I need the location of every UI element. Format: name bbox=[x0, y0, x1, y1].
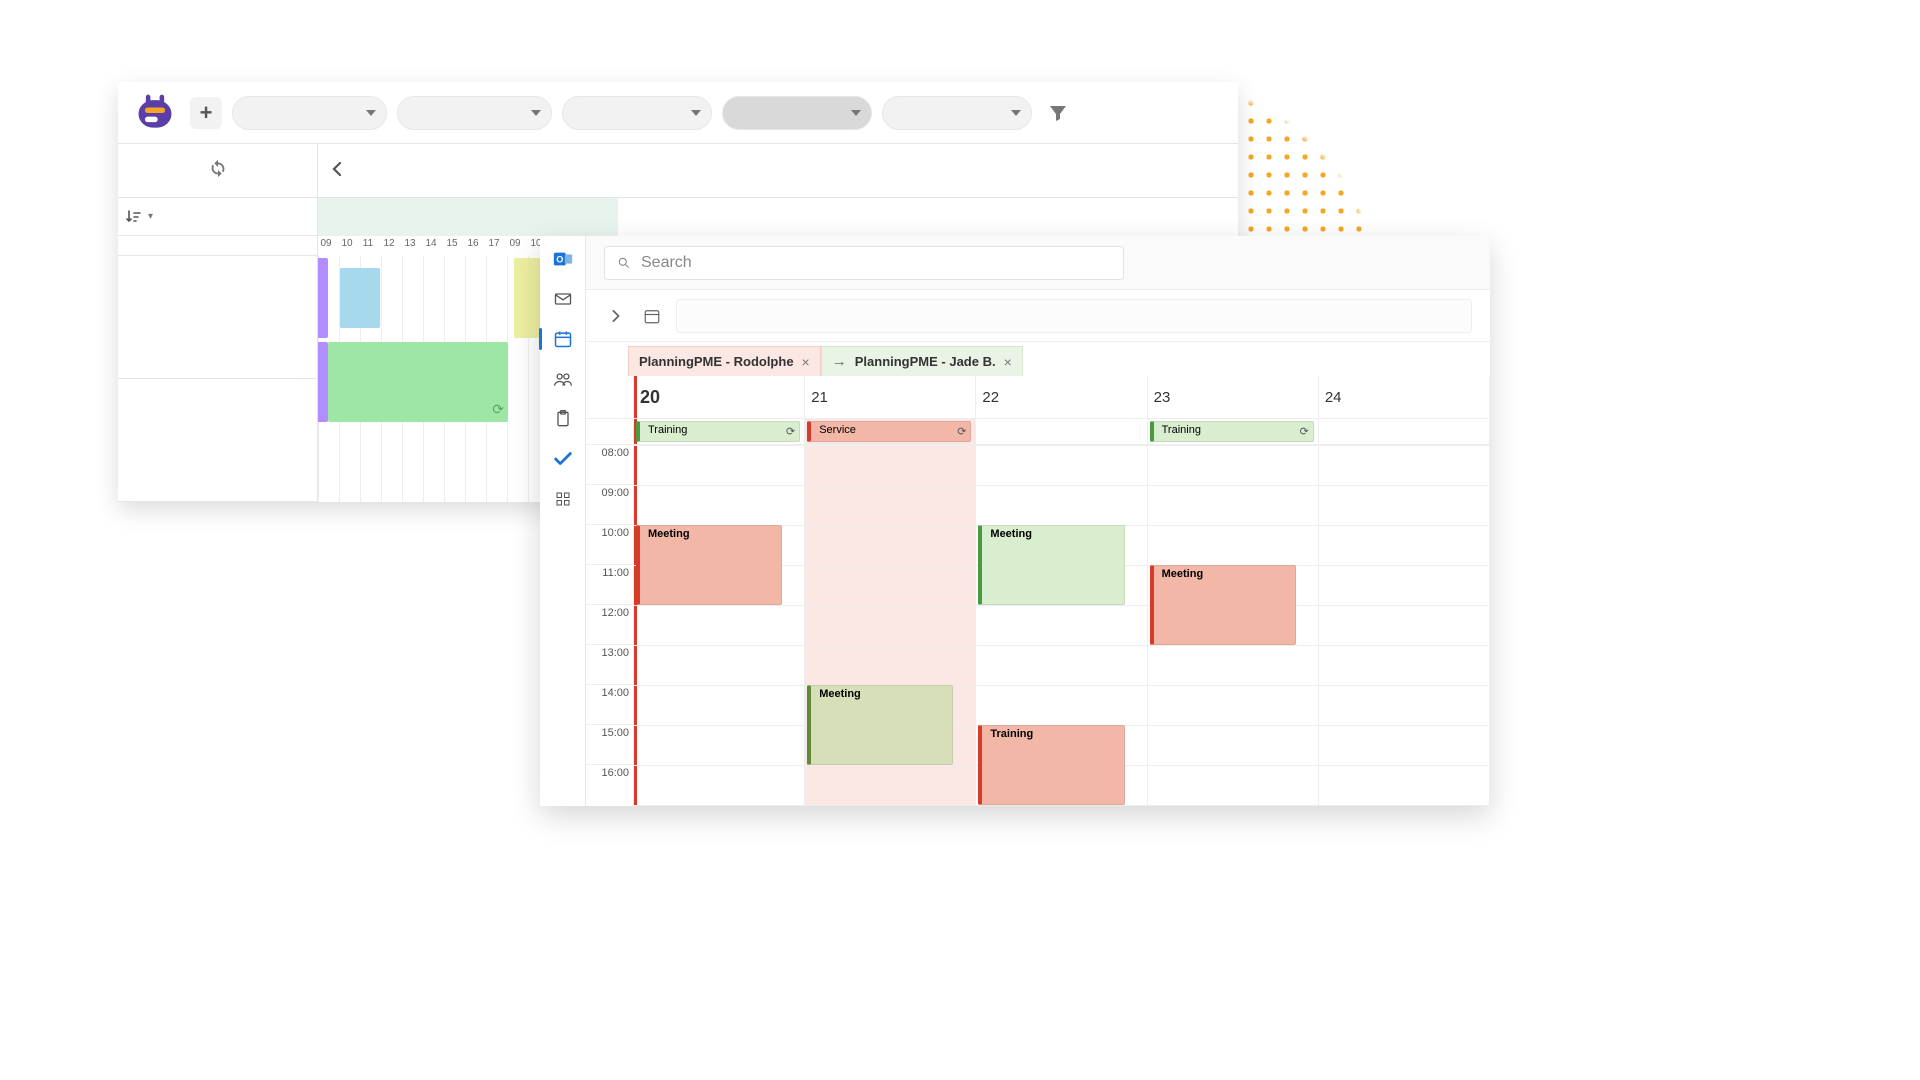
gantt-block[interactable] bbox=[318, 342, 328, 422]
chevron-down-icon bbox=[691, 110, 701, 116]
event-label: Training bbox=[1162, 424, 1201, 436]
previous-button[interactable] bbox=[318, 159, 344, 182]
search-input[interactable]: Search bbox=[604, 246, 1124, 280]
event-label: Training bbox=[990, 728, 1033, 740]
day-column-21[interactable]: 21 Service ⟳ Meeting bbox=[805, 376, 976, 806]
event-label: Service bbox=[819, 424, 856, 436]
tab-label: PlanningPME - Jade B. bbox=[855, 354, 996, 369]
add-button[interactable]: + bbox=[190, 97, 222, 129]
close-icon[interactable]: × bbox=[1004, 354, 1012, 370]
timed-event[interactable]: Meeting bbox=[807, 685, 953, 765]
pme-toolbar: + bbox=[118, 82, 1238, 144]
calendar-tab-rodolphe[interactable]: PlanningPME - Rodolphe × bbox=[628, 346, 821, 376]
mail-icon[interactable] bbox=[550, 286, 576, 312]
arrow-right-icon: → bbox=[832, 353, 847, 370]
outlook-nav-rail: O bbox=[540, 236, 586, 806]
planningpme-logo-icon bbox=[130, 88, 180, 138]
sync-icon: ⟳ bbox=[957, 425, 966, 438]
close-icon[interactable]: × bbox=[802, 354, 810, 370]
sort-button[interactable]: ▾ bbox=[118, 198, 317, 236]
filter-combo-3[interactable] bbox=[562, 96, 712, 130]
allday-event[interactable]: Training ⟳ bbox=[1150, 421, 1314, 442]
outlook-window: O Search bbox=[540, 236, 1490, 806]
expand-sidebar-button[interactable] bbox=[604, 304, 628, 328]
sync-icon: ⟳ bbox=[786, 425, 795, 438]
outlook-ribbon bbox=[586, 290, 1490, 342]
event-label: Meeting bbox=[1162, 568, 1204, 580]
pme-resource-column: ▾ bbox=[118, 198, 318, 502]
calendar-picker-icon[interactable] bbox=[640, 304, 664, 328]
filter-combo-5[interactable] bbox=[882, 96, 1032, 130]
day-number: 21 bbox=[811, 389, 828, 406]
timed-event[interactable]: Meeting bbox=[978, 525, 1124, 605]
people-icon[interactable] bbox=[550, 366, 576, 392]
clipboard-icon[interactable] bbox=[550, 406, 576, 432]
timed-event[interactable]: Training bbox=[978, 725, 1124, 805]
chevron-down-icon: ▾ bbox=[148, 211, 153, 222]
todo-check-icon[interactable] bbox=[550, 446, 576, 472]
allday-event[interactable]: Service ⟳ bbox=[807, 421, 971, 442]
funnel-filter-button[interactable] bbox=[1042, 97, 1074, 129]
calendar-tab-jade[interactable]: → PlanningPME - Jade B. × bbox=[821, 346, 1023, 376]
event-label: Meeting bbox=[819, 688, 861, 700]
search-icon bbox=[617, 256, 631, 270]
day-column-22[interactable]: 22 Meeting Training bbox=[976, 376, 1147, 806]
calendar-icon[interactable] bbox=[550, 326, 576, 352]
timed-event[interactable]: Meeting bbox=[1150, 565, 1296, 645]
chevron-down-icon bbox=[851, 110, 861, 116]
sync-icon: ⟳ bbox=[1300, 425, 1309, 438]
day-column-24[interactable]: 24 bbox=[1319, 376, 1490, 806]
calendar-tabs: PlanningPME - Rodolphe × → PlanningPME -… bbox=[586, 342, 1490, 376]
calendar-grid: 08:00 09:00 10:00 11:00 12:00 13:00 14:0… bbox=[586, 376, 1490, 806]
sync-icon: ⟳ bbox=[492, 401, 504, 418]
day-column-20[interactable]: 20 Training ⟳ Meeting bbox=[634, 376, 805, 806]
gantt-block[interactable] bbox=[340, 268, 380, 328]
event-label: Training bbox=[648, 424, 687, 436]
day-number: 20 bbox=[640, 387, 660, 408]
apps-grid-icon[interactable] bbox=[550, 486, 576, 512]
refresh-icon[interactable] bbox=[207, 157, 229, 185]
search-placeholder: Search bbox=[641, 254, 692, 272]
gantt-block[interactable]: ⟳ bbox=[328, 342, 508, 422]
filter-combo-1[interactable] bbox=[232, 96, 387, 130]
pme-subtoolbar bbox=[118, 144, 1238, 198]
time-column: 08:00 09:00 10:00 11:00 12:00 13:00 14:0… bbox=[586, 376, 634, 806]
chevron-down-icon bbox=[366, 110, 376, 116]
filter-combo-4[interactable] bbox=[722, 96, 872, 130]
svg-text:O: O bbox=[556, 255, 563, 265]
gantt-block[interactable] bbox=[318, 258, 328, 338]
event-label: Meeting bbox=[990, 528, 1032, 540]
day-band bbox=[318, 198, 618, 236]
ribbon-placeholder bbox=[676, 299, 1472, 333]
day-number: 22 bbox=[982, 389, 999, 406]
timed-event[interactable]: Meeting bbox=[636, 525, 782, 605]
chevron-down-icon bbox=[531, 110, 541, 116]
allday-event[interactable]: Training ⟳ bbox=[636, 421, 800, 442]
filter-combo-2[interactable] bbox=[397, 96, 552, 130]
day-number: 24 bbox=[1325, 389, 1342, 406]
event-label: Meeting bbox=[648, 528, 690, 540]
day-column-23[interactable]: 23 Training ⟳ Meeting bbox=[1148, 376, 1319, 806]
chevron-down-icon bbox=[1011, 110, 1021, 116]
day-number: 23 bbox=[1154, 389, 1171, 406]
outlook-topbar: Search bbox=[586, 236, 1490, 290]
tab-label: PlanningPME - Rodolphe bbox=[639, 354, 794, 369]
outlook-logo-icon: O bbox=[550, 246, 576, 272]
